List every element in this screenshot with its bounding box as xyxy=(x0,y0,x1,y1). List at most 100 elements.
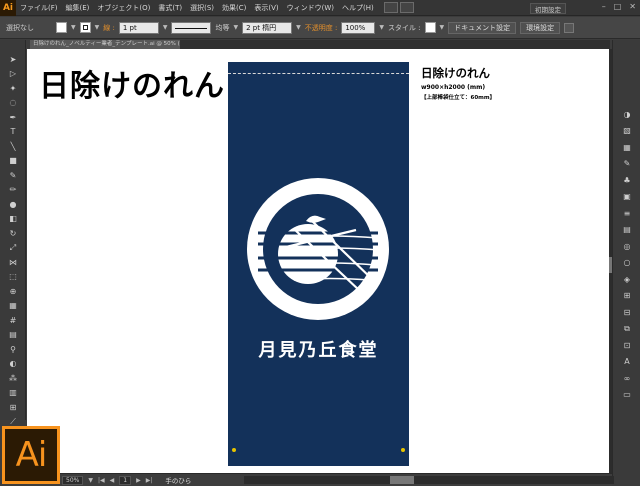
color-guide-icon[interactable]: ▧ xyxy=(613,123,640,140)
horizontal-scrollbar[interactable] xyxy=(244,476,614,484)
menu-effect[interactable]: 効果(C) xyxy=(218,3,250,13)
next-page-icon[interactable]: ▶ xyxy=(136,477,141,484)
line-style-label: 均等 xyxy=(215,23,230,32)
close-icon[interactable]: ✕ xyxy=(629,2,636,11)
brushes-icon[interactable]: ✎ xyxy=(613,156,640,173)
swatches-icon[interactable]: ▦ xyxy=(613,139,640,156)
document-tab[interactable]: 日除けのれん_ノベルティー業者_テンプレート.ai @ 50% (CMYK/プレ… xyxy=(30,40,180,49)
zoom-field[interactable]: 50% xyxy=(62,475,84,485)
chevron-down-icon[interactable]: ▼ xyxy=(71,24,76,31)
character-icon[interactable]: A xyxy=(613,354,640,371)
arrange-documents-icon[interactable] xyxy=(399,2,414,13)
magic-wand-icon[interactable]: ✦ xyxy=(0,81,26,96)
rotate-icon[interactable]: ↻ xyxy=(0,226,26,241)
menu-edit[interactable]: 編集(E) xyxy=(62,3,94,13)
variable-width-profile[interactable] xyxy=(171,21,212,34)
layers-icon[interactable]: ◈ xyxy=(613,271,640,288)
gradient-icon[interactable]: ▤ xyxy=(0,328,26,343)
menu-help[interactable]: ヘルプ(H) xyxy=(338,3,378,13)
menu-select[interactable]: 選択(S) xyxy=(186,3,218,13)
menu-type[interactable]: 書式(T) xyxy=(154,3,186,13)
noren-banner[interactable]: 月見乃丘食堂 xyxy=(228,62,409,466)
selection-arrow-icon[interactable]: ➤ xyxy=(0,52,26,67)
current-tool-status: 手のひら xyxy=(165,477,192,485)
mesh-icon[interactable]: # xyxy=(0,313,26,328)
graphic-style-swatch[interactable] xyxy=(424,22,436,33)
align-icon[interactable]: ⊟ xyxy=(613,304,640,321)
stroke-swatch[interactable] xyxy=(79,22,91,33)
maximize-icon[interactable]: □ xyxy=(614,2,622,11)
document-settings-button[interactable]: ドキュメント設定 xyxy=(448,21,517,34)
fill-swatch[interactable] xyxy=(56,22,67,33)
spec-size: w900×h2000 (mm) xyxy=(421,84,486,91)
column-graph-icon[interactable]: ▥ xyxy=(0,386,26,401)
panel-dock: ◑ ▧ ▦ ✎ ♣ ▣ ≡ ▤ ◎ ○ ◈ ⊞ ⊟ ⧉ ⊡ A ∞ ▭ xyxy=(612,40,640,480)
opacity-field[interactable]: 100% xyxy=(341,21,376,34)
perspective-icon[interactable]: ▦ xyxy=(0,299,26,314)
prev-page-icon[interactable]: ◀ xyxy=(110,477,115,484)
menu-file[interactable]: ファイル(F) xyxy=(16,3,62,13)
grommet-right xyxy=(401,448,405,452)
shop-name: 月見乃丘食堂 xyxy=(258,340,379,361)
free-transform-icon[interactable]: ⬚ xyxy=(0,270,26,285)
illustrator-badge: Ai xyxy=(2,426,60,484)
menu-object[interactable]: オブジェクト(O) xyxy=(93,3,154,13)
chevron-down-icon[interactable]: ▼ xyxy=(88,477,93,484)
gradient-panel-icon[interactable]: ▤ xyxy=(613,222,640,239)
document-tab-bar: 日除けのれん_ノベルティー業者_テンプレート.ai @ 50% (CMYK/プレ… xyxy=(30,40,610,49)
bridge-icon[interactable] xyxy=(383,2,398,13)
opacity-label[interactable]: 不透明度 : xyxy=(305,23,338,33)
menu-view[interactable]: 表示(V) xyxy=(250,3,282,13)
chevron-down-icon[interactable]: ▼ xyxy=(440,24,445,31)
chevron-down-icon[interactable]: ▼ xyxy=(163,24,168,31)
symbol-sprayer-icon[interactable]: ⁂ xyxy=(0,371,26,386)
stroke-weight-field[interactable]: 1 pt xyxy=(118,21,159,34)
scroll-thumb[interactable] xyxy=(390,476,414,484)
shape-builder-icon[interactable]: ⊕ xyxy=(0,284,26,299)
preferences-button[interactable]: 環境設定 xyxy=(520,21,561,34)
artboards-icon[interactable]: ⊞ xyxy=(613,288,640,305)
navigator-icon[interactable]: ▭ xyxy=(613,387,640,404)
pencil-icon[interactable]: ✏ xyxy=(0,183,26,198)
blend-icon[interactable]: ◐ xyxy=(0,357,26,372)
line-icon[interactable]: ╲ xyxy=(0,139,26,154)
artboard-number-field[interactable]: 1 xyxy=(119,475,132,485)
artboard-icon[interactable]: ⊞ xyxy=(0,400,26,415)
symbols-icon[interactable]: ♣ xyxy=(613,172,640,189)
pathfinder-icon[interactable]: ⧉ xyxy=(613,321,640,338)
scale-icon[interactable]: ⤢ xyxy=(0,241,26,256)
selection-status: 選択なし xyxy=(6,23,34,32)
width-icon[interactable]: ⋈ xyxy=(0,255,26,270)
links-icon[interactable]: ∞ xyxy=(613,370,640,387)
document-canvas[interactable]: 日除けのれん 月見乃丘食堂 日除けのれん w900×h2000 (mm) 【上部… xyxy=(27,49,609,473)
last-page-icon[interactable]: ▶| xyxy=(146,477,153,484)
paintbrush-icon[interactable]: ✎ xyxy=(0,168,26,183)
chevron-down-icon[interactable]: ▼ xyxy=(296,24,301,31)
minimize-icon[interactable]: – xyxy=(602,2,606,11)
transform-icon[interactable]: ⊡ xyxy=(613,337,640,354)
workspace-switcher[interactable]: 初期設定 xyxy=(530,3,566,14)
appearance-icon[interactable]: ○ xyxy=(613,255,640,272)
panel-menu-icon[interactable] xyxy=(564,22,575,33)
chevron-down-icon[interactable]: ▼ xyxy=(95,24,100,31)
chevron-down-icon[interactable]: ▼ xyxy=(379,24,384,31)
pen-icon[interactable]: ✒ xyxy=(0,110,26,125)
blob-brush-icon[interactable]: ● xyxy=(0,197,26,212)
graphic-styles-icon[interactable]: ▣ xyxy=(613,189,640,206)
eraser-icon[interactable]: ◧ xyxy=(0,212,26,227)
direct-selection-icon[interactable]: ▷ xyxy=(0,67,26,82)
chevron-down-icon[interactable]: ▼ xyxy=(233,24,238,31)
menu-window[interactable]: ウィンドウ(W) xyxy=(283,3,338,13)
control-bar: 選択なし ▼ ▼ 線 : 1 pt ▼ 均等 ▼ 2 pt 楕円 ▼ 不透明度 … xyxy=(0,17,640,39)
brush-definition-field[interactable]: 2 pt 楕円 xyxy=(242,21,293,34)
stroke-icon[interactable]: ≡ xyxy=(613,205,640,222)
lasso-icon[interactable]: ◌ xyxy=(0,96,26,111)
rectangle-icon[interactable]: ■ xyxy=(0,154,26,169)
grommet-left xyxy=(232,448,236,452)
type-icon[interactable]: T xyxy=(0,125,26,140)
transparency-icon[interactable]: ◎ xyxy=(613,238,640,255)
eyedropper-icon[interactable]: ⚲ xyxy=(0,342,26,357)
color-icon[interactable]: ◑ xyxy=(613,106,640,123)
stroke-label[interactable]: 線 : xyxy=(103,23,115,33)
first-page-icon[interactable]: |◀ xyxy=(98,477,105,484)
